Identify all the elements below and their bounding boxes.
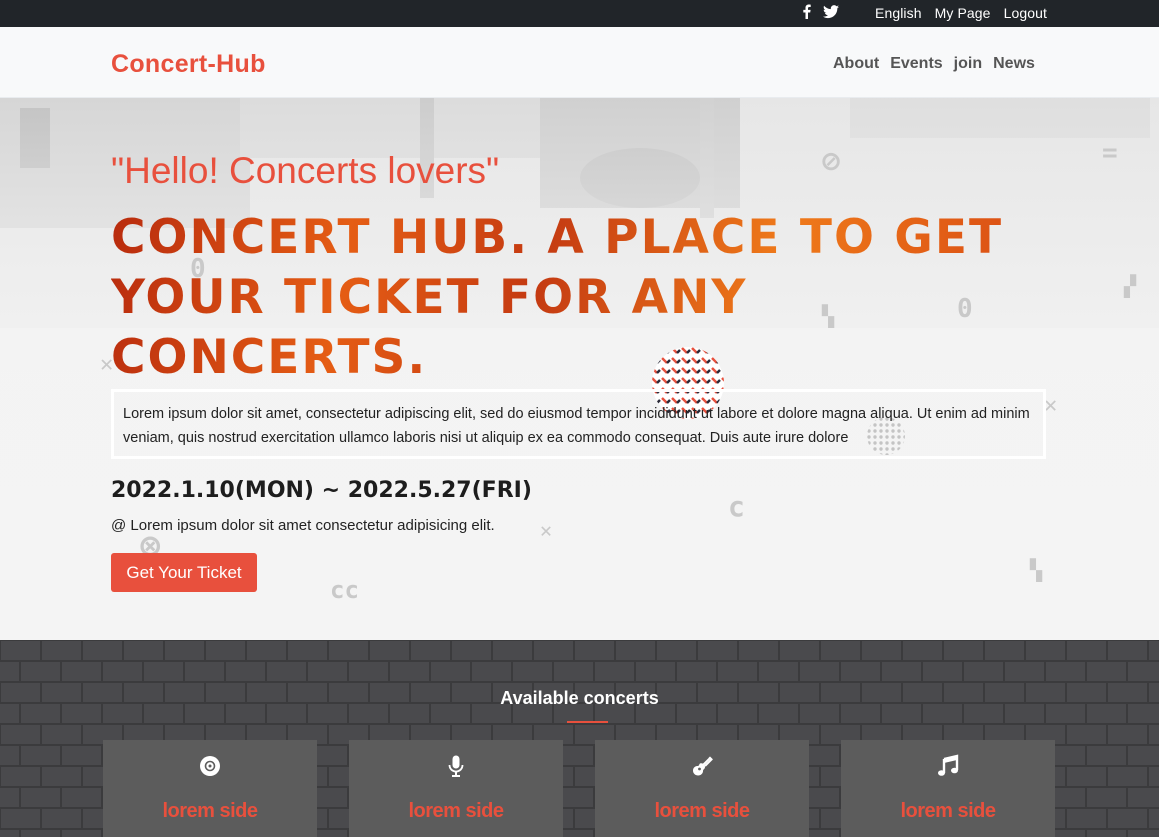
- twitter-icon[interactable]: [823, 4, 839, 19]
- concert-card-label: lorem side: [162, 800, 258, 822]
- concert-card-label: lorem side: [408, 800, 504, 822]
- my-page-link[interactable]: My Page: [935, 5, 991, 21]
- language-link[interactable]: English: [875, 5, 922, 21]
- get-ticket-button[interactable]: Get Your Ticket: [111, 553, 257, 592]
- concert-card-label: lorem side: [900, 800, 996, 822]
- guitar-icon: [693, 756, 713, 776]
- decor-glyph: cc: [330, 576, 359, 604]
- main-navbar: Concert-Hub About Events join News: [0, 27, 1159, 98]
- top-utility-bar: English My Page Logout: [0, 0, 1159, 27]
- concert-card[interactable]: lorem side: [595, 740, 809, 837]
- music-note-icon: [938, 754, 959, 776]
- nav-about[interactable]: About: [833, 55, 879, 73]
- facebook-icon[interactable]: [802, 4, 811, 19]
- account-links: English My Page Logout: [875, 5, 1047, 21]
- decor-glyph: ▞: [1124, 274, 1137, 298]
- hero-headline: CONCERT HUB. A PLACE TO GET YOUR TICKET …: [111, 208, 1051, 388]
- concert-card[interactable]: lorem side: [103, 740, 317, 837]
- hero-greeting: "Hello! Concerts lovers": [111, 150, 500, 191]
- title-underline: [567, 721, 608, 723]
- concert-card-label: lorem side: [654, 800, 750, 822]
- nav-events[interactable]: Events: [890, 55, 942, 73]
- vinyl-disc-icon: [200, 756, 220, 776]
- section-title: Available concerts: [500, 688, 659, 708]
- nav-join[interactable]: join: [954, 55, 982, 73]
- decor-glyph: ▚: [1030, 558, 1043, 582]
- event-dates: 2022.1.10(MON) ~ 2022.5.27(FRI): [111, 478, 532, 503]
- logout-link[interactable]: Logout: [1004, 5, 1047, 21]
- decor-glyph: ✕: [540, 518, 553, 542]
- decor-glyph: ⊘: [822, 144, 841, 179]
- concert-card[interactable]: lorem side: [841, 740, 1055, 837]
- concert-card[interactable]: lorem side: [349, 740, 563, 837]
- nav-news[interactable]: News: [993, 55, 1035, 73]
- social-links: [802, 4, 839, 19]
- available-concerts-section: Available concerts lorem side lorem side…: [0, 640, 1159, 837]
- main-menu: About Events join News: [833, 55, 1035, 73]
- decor-glyph: =: [1102, 138, 1118, 168]
- hero-intro-text: Lorem ipsum dolor sit amet, consectetur …: [111, 389, 1046, 459]
- brand-logo[interactable]: Concert-Hub: [111, 50, 266, 79]
- microphone-icon: [448, 755, 464, 777]
- event-venue: @ Lorem ipsum dolor sit amet consectetur…: [111, 517, 495, 534]
- decor-glyph: c: [728, 490, 745, 523]
- hero-section: ⊘ = 0 0 ✕ ✕ c ✕ ⊗ cc ▚ ▞ ▚: [0, 98, 1159, 640]
